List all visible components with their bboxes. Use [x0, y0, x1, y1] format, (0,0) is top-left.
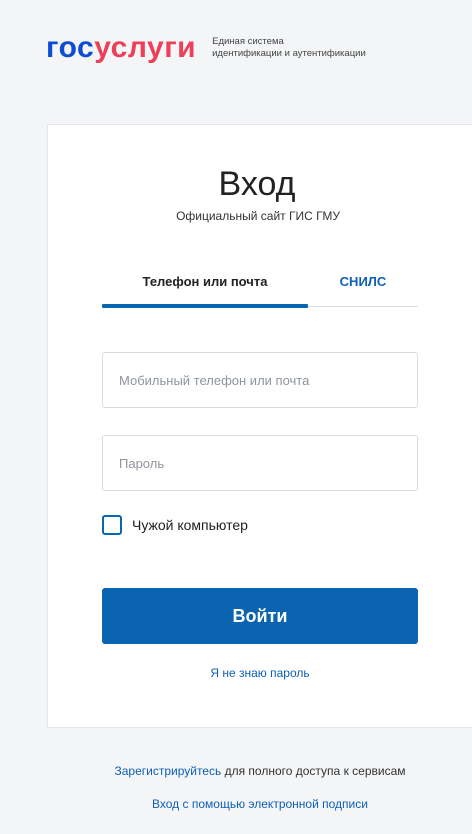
register-link[interactable]: Зарегистрируйтесь [114, 764, 221, 778]
phone-or-email-input[interactable] [102, 352, 418, 408]
header-tagline: Единая система идентификации и аутентифи… [212, 36, 472, 60]
register-row: Зарегистрируйтесь для полного доступа к … [0, 764, 472, 778]
foreign-computer-option[interactable]: Чужой компьютер [102, 515, 248, 535]
tab-phone-or-email[interactable]: Телефон или почта [102, 268, 308, 308]
gosuslugi-logo[interactable]: госуслуги [46, 33, 196, 63]
foreign-computer-checkbox[interactable] [102, 515, 122, 535]
logo-part-gos: гос [46, 31, 95, 64]
header: госуслуги Единая система идентификации и… [46, 26, 472, 70]
page-subtitle: Официальный сайт ГИС ГМУ [176, 209, 340, 223]
tagline-line-1: Единая система [212, 36, 284, 47]
page-title: Вход [218, 165, 296, 203]
login-tabs: Телефон или почта СНИЛС [102, 268, 418, 308]
forgot-password-link[interactable]: Я не знаю пароль [102, 666, 418, 680]
signature-row: Вход с помощью электронной подписи [0, 797, 472, 811]
password-input[interactable] [102, 435, 418, 491]
login-button[interactable]: Войти [102, 588, 418, 644]
register-text: для полного доступа к сервисам [221, 764, 406, 778]
digital-signature-login-link[interactable]: Вход с помощью электронной подписи [152, 797, 368, 811]
tagline-line-2: идентификации и аутентификации [212, 48, 366, 59]
foreign-computer-label[interactable]: Чужой компьютер [132, 517, 248, 533]
logo-part-uslugi: услуги [94, 31, 197, 64]
tab-snils[interactable]: СНИЛС [308, 268, 418, 306]
